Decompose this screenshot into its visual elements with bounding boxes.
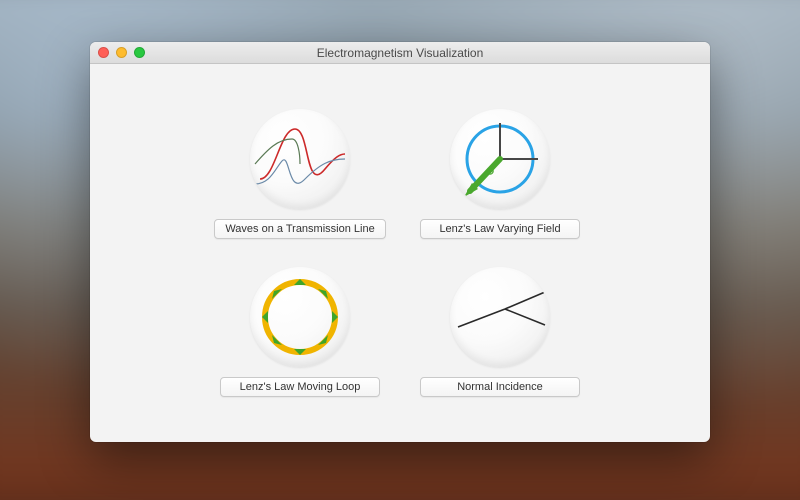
lenz-moving-loop-icon[interactable] bbox=[250, 267, 350, 367]
window-title: Electromagnetism Visualization bbox=[317, 46, 484, 60]
lenz-varying-field-button[interactable]: Lenz's Law Varying Field bbox=[420, 219, 580, 239]
list-item: Lenz's Law Moving Loop bbox=[220, 267, 380, 397]
content-area: Waves on a Transmission Line bbox=[90, 64, 710, 442]
waves-transmission-icon[interactable] bbox=[250, 109, 350, 209]
list-item: Normal Incidence bbox=[420, 267, 580, 397]
zoom-icon[interactable] bbox=[134, 47, 145, 58]
normal-incidence-button[interactable]: Normal Incidence bbox=[420, 377, 580, 397]
window-controls bbox=[98, 47, 145, 58]
button-label: Lenz's Law Varying Field bbox=[439, 223, 560, 235]
button-label: Normal Incidence bbox=[457, 381, 543, 393]
app-window: Electromagnetism Visualization Waves on … bbox=[90, 42, 710, 442]
close-icon[interactable] bbox=[98, 47, 109, 58]
list-item: Lenz's Law Varying Field bbox=[420, 109, 580, 239]
lenz-moving-loop-button[interactable]: Lenz's Law Moving Loop bbox=[220, 377, 380, 397]
button-label: Lenz's Law Moving Loop bbox=[240, 381, 361, 393]
titlebar: Electromagnetism Visualization bbox=[90, 42, 710, 64]
minimize-icon[interactable] bbox=[116, 47, 127, 58]
list-item: Waves on a Transmission Line bbox=[220, 109, 380, 239]
visualization-grid: Waves on a Transmission Line bbox=[220, 109, 580, 397]
normal-incidence-icon[interactable] bbox=[450, 267, 550, 367]
waves-transmission-button[interactable]: Waves on a Transmission Line bbox=[214, 219, 385, 239]
lenz-varying-field-icon[interactable] bbox=[450, 109, 550, 209]
button-label: Waves on a Transmission Line bbox=[225, 223, 374, 235]
